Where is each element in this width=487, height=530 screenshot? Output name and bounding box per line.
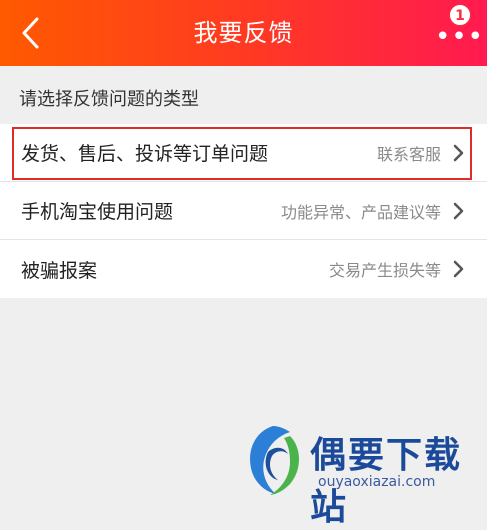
chevron-right-icon: [453, 144, 467, 162]
watermark-logo-icon: [250, 426, 299, 495]
feedback-item-hint: 功能异常、产品建议等: [280, 202, 441, 222]
feedback-item-fraud-report[interactable]: 被骗报案 交易产生损失等: [0, 240, 487, 298]
page-title: 我要反馈: [193, 19, 294, 47]
more-dots-icon: •••: [435, 22, 485, 52]
notification-badge: 1: [449, 4, 471, 26]
feedback-item-hint: 交易产生损失等: [328, 261, 441, 280]
feedback-item-app-usage[interactable]: 手机淘宝使用问题 功能异常、产品建议等: [0, 182, 487, 240]
chevron-right-icon: [453, 202, 467, 220]
feedback-item-hint: 联系客服: [376, 144, 441, 164]
feedback-item-label: 发货、售后、投诉等订单问题: [21, 143, 269, 165]
feedback-item-label: 被骗报案: [21, 259, 98, 282]
feedback-type-list: 发货、售后、投诉等订单问题 联系客服 手机淘宝使用问题 功能异常、产品建议等 被…: [0, 124, 487, 298]
watermark-url: ouyaoxiazai.com: [318, 474, 436, 490]
chevron-right-icon: [453, 260, 467, 278]
watermark: 偶要下载站 ouyaoxiazai.com: [238, 420, 487, 528]
feedback-item-order[interactable]: 发货、售后、投诉等订单问题 联系客服: [0, 124, 487, 182]
section-title: 请选择反馈问题的类型: [19, 89, 199, 110]
header-bar: 我要反馈 ••• 1: [0, 0, 487, 66]
more-menu-button[interactable]: ••• 1: [433, 4, 483, 52]
feedback-item-label: 手机淘宝使用问题: [21, 201, 174, 223]
